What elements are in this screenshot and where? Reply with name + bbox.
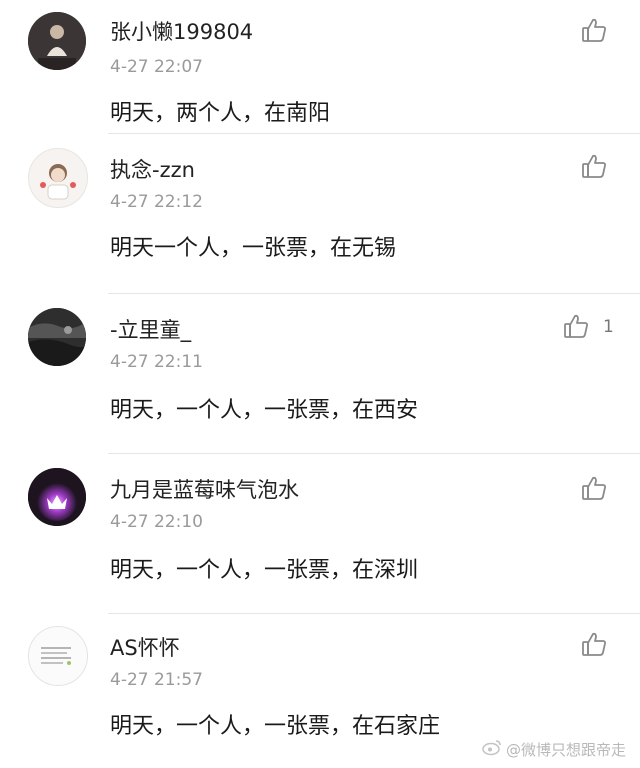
thumbs-up-icon[interactable] [580,16,610,46]
comment-text: 明天，一个人，一张票，在西安 [110,398,419,423]
comment-text: 明天，一个人，一张票，在深圳 [110,558,419,583]
weibo-logo-icon [482,738,502,760]
avatar[interactable] [28,12,86,70]
avatar[interactable] [28,468,86,526]
like-count: 1 [603,317,614,337]
username[interactable]: 张小懒199804 [110,16,253,46]
comment-item: 九月是蓝莓味气泡水 4-27 22:10 明天，一个人，一张票，在深圳 [0,454,640,614]
username[interactable]: 执念-zzn [110,154,195,184]
comment-text: 明天一个人，一张票，在无锡 [110,236,397,261]
comment-item: -立里童_ 4-27 22:11 明天，一个人，一张票，在西安 1 [0,294,640,454]
username[interactable]: -立里童_ [110,314,191,344]
comment-list: 张小懒199804 4-27 22:07 明天，两个人，在南阳 执念-zzn 4… [0,0,640,768]
timestamp: 4-27 22:12 [110,192,203,212]
avatar[interactable] [28,148,88,208]
comment-text: 明天，一个人，一张票，在石家庄 [110,714,441,739]
avatar[interactable] [28,308,86,366]
timestamp: 4-27 22:11 [110,352,203,372]
timestamp: 4-27 22:07 [110,57,203,77]
watermark: @微博只想跟帝走 [482,738,626,760]
username[interactable]: 九月是蓝莓味气泡水 [110,474,299,504]
thumbs-up-icon[interactable] [580,152,610,182]
avatar[interactable] [28,626,88,686]
comment-text: 明天，两个人，在南阳 [110,101,331,126]
thumbs-up-icon[interactable] [580,630,610,660]
thumbs-up-icon[interactable] [580,474,610,504]
username[interactable]: AS怀怀 [110,632,180,662]
timestamp: 4-27 21:57 [110,670,203,690]
watermark-text: @微博只想跟帝走 [505,740,626,759]
timestamp: 4-27 22:10 [110,512,203,532]
comment-item: 张小懒199804 4-27 22:07 明天，两个人，在南阳 [0,0,640,134]
comment-item: 执念-zzn 4-27 22:12 明天一个人，一张票，在无锡 [0,134,640,294]
thumbs-up-icon[interactable] [562,312,592,342]
